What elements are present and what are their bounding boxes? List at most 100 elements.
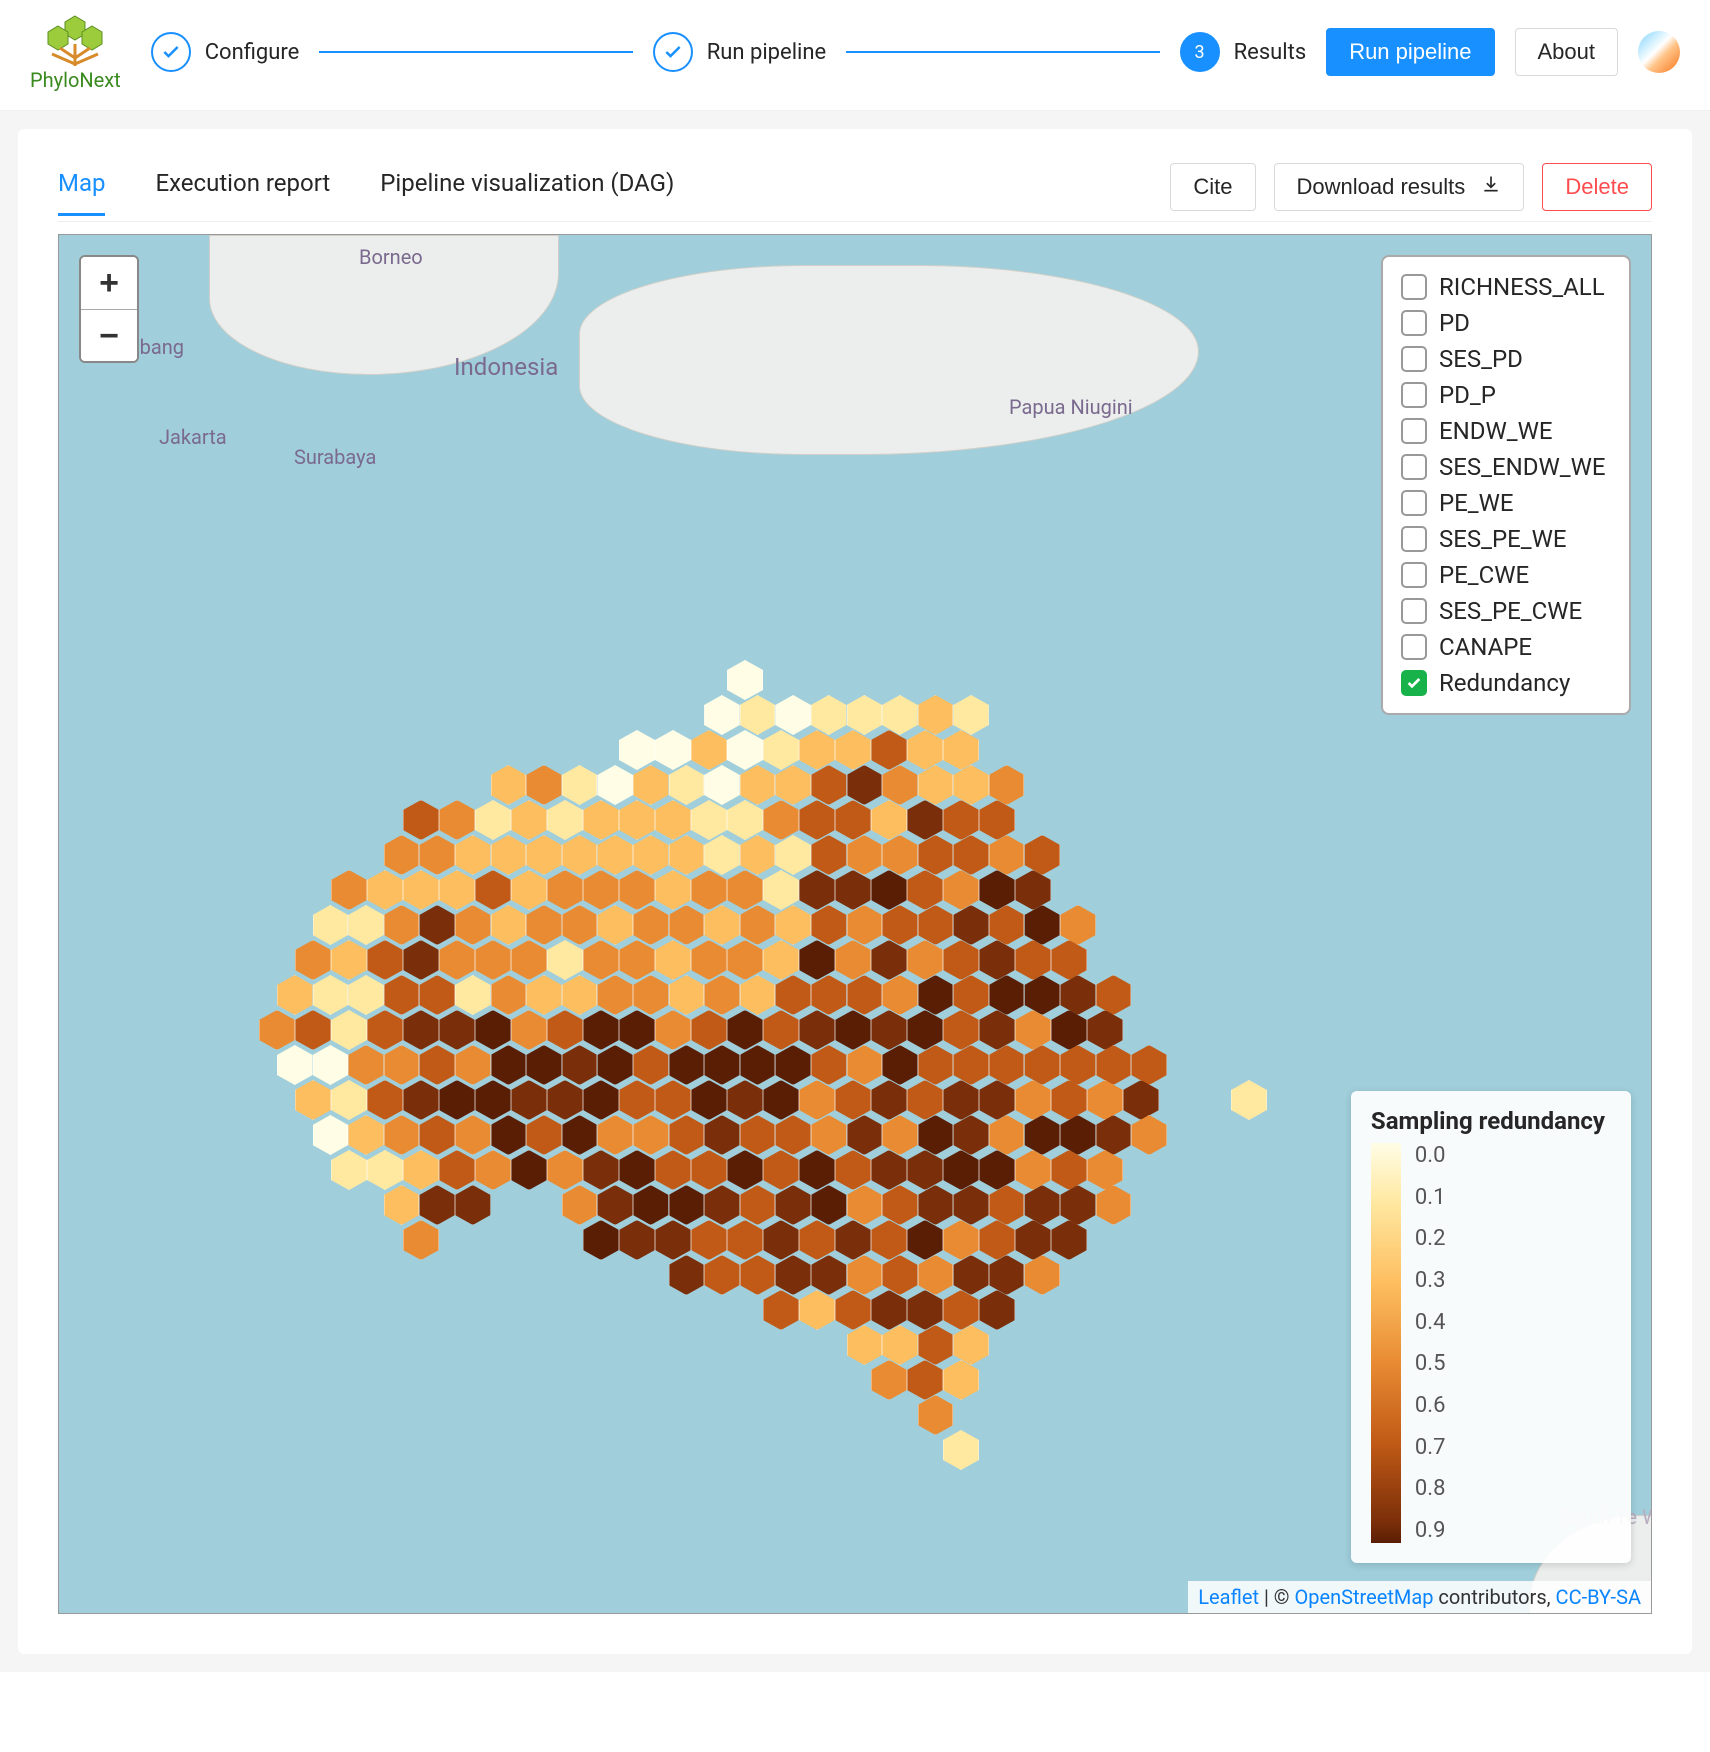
hex-cell — [775, 835, 811, 875]
hex-cell — [439, 1080, 475, 1120]
legend-tick: 0.9 — [1415, 1518, 1446, 1543]
hex-cell — [547, 1010, 583, 1050]
hex-cell — [384, 1185, 420, 1225]
progress-steps: Configure Run pipeline 3 Results — [141, 32, 1306, 72]
map-attribution: Leaflet | © OpenStreetMap contributors, … — [1188, 1581, 1651, 1613]
hex-cell — [740, 695, 776, 735]
results-map[interactable]: Borneo Indonesia Jakarta Surabaya Papua … — [58, 234, 1652, 1614]
tab-dag[interactable]: Pipeline visualization (DAG) — [380, 169, 674, 216]
zoom-in-button[interactable]: + — [81, 257, 137, 309]
hex-cell — [295, 940, 331, 980]
user-avatar[interactable] — [1638, 31, 1680, 73]
hex-cell — [384, 1045, 420, 1085]
hex-cell — [953, 1045, 989, 1085]
step-results[interactable]: 3 Results — [1180, 32, 1307, 72]
hex-cell — [775, 695, 811, 735]
hex-cell — [727, 870, 763, 910]
layer-toggle-pe_we[interactable]: PE_WE — [1401, 485, 1611, 521]
tab-map[interactable]: Map — [58, 169, 105, 216]
hex-cell — [835, 940, 871, 980]
hex-cell — [511, 940, 547, 980]
hex-cell — [740, 1045, 776, 1085]
hex-cell — [633, 975, 669, 1015]
hex-cell — [763, 870, 799, 910]
layer-toggle-pd_p[interactable]: PD_P — [1401, 377, 1611, 413]
hex-cell — [1231, 1080, 1267, 1120]
hex-cell — [943, 1290, 979, 1330]
hex-cell — [475, 1080, 511, 1120]
cite-button[interactable]: Cite — [1170, 163, 1255, 211]
checkbox-icon — [1401, 346, 1427, 372]
hex-cell — [979, 1290, 1015, 1330]
hex-cell — [367, 1080, 403, 1120]
hex-cell — [419, 975, 455, 1015]
hex-cell — [1015, 1150, 1051, 1190]
leaflet-link[interactable]: Leaflet — [1198, 1585, 1259, 1609]
step-run-pipeline[interactable]: Run pipeline — [653, 32, 827, 72]
hex-cell — [491, 1045, 527, 1085]
layer-toggle-endw_we[interactable]: ENDW_WE — [1401, 413, 1611, 449]
layer-toggle-ses_pe_cwe[interactable]: SES_PE_CWE — [1401, 593, 1611, 629]
license-link[interactable]: CC-BY-SA — [1556, 1585, 1641, 1609]
hex-cell — [403, 1220, 439, 1260]
layer-toggle-pe_cwe[interactable]: PE_CWE — [1401, 557, 1611, 593]
layer-toggle-pd[interactable]: PD — [1401, 305, 1611, 341]
hex-cell — [727, 1080, 763, 1120]
layer-toggle-richness_all[interactable]: RICHNESS_ALL — [1401, 269, 1611, 305]
layer-toggle-canape[interactable]: CANAPE — [1401, 629, 1611, 665]
hex-cell — [1051, 940, 1087, 980]
hex-cell — [1015, 940, 1051, 980]
step-divider — [846, 51, 1159, 53]
layer-toggle-ses_pe_we[interactable]: SES_PE_WE — [1401, 521, 1611, 557]
run-pipeline-button[interactable]: Run pipeline — [1326, 28, 1494, 76]
layer-toggle-ses_pd[interactable]: SES_PD — [1401, 341, 1611, 377]
hex-cell — [979, 1220, 1015, 1260]
hex-cell — [455, 1185, 491, 1225]
layer-toggle-redundancy[interactable]: Redundancy — [1401, 665, 1611, 701]
hex-cell — [943, 870, 979, 910]
hex-cell — [882, 1325, 918, 1365]
hex-cell — [1131, 1045, 1167, 1085]
hex-cell — [704, 1115, 740, 1155]
hex-cell — [953, 1255, 989, 1295]
hex-cell — [455, 1115, 491, 1155]
hex-cell — [419, 1045, 455, 1085]
hex-cell — [419, 1185, 455, 1225]
hex-cell — [1123, 1080, 1159, 1120]
hex-cell — [918, 1325, 954, 1365]
hex-cell — [1024, 835, 1060, 875]
download-results-button[interactable]: Download results — [1274, 163, 1525, 211]
hex-cell — [811, 1045, 847, 1085]
zoom-out-button[interactable]: − — [81, 309, 137, 361]
hex-cell — [526, 1115, 562, 1155]
hex-cell — [511, 1150, 547, 1190]
tab-report[interactable]: Execution report — [155, 169, 330, 216]
hex-cell — [740, 905, 776, 945]
hex-cell — [384, 905, 420, 945]
hex-cell — [871, 870, 907, 910]
layer-toggle-ses_endw_we[interactable]: SES_ENDW_WE — [1401, 449, 1611, 485]
hex-cell — [907, 940, 943, 980]
osm-link[interactable]: OpenStreetMap — [1294, 1585, 1433, 1609]
hex-cell — [835, 1220, 871, 1260]
hex-cell — [799, 940, 835, 980]
hex-cell — [704, 765, 740, 805]
hex-cell — [835, 800, 871, 840]
hex-cell — [633, 765, 669, 805]
hex-cell — [403, 940, 439, 980]
layer-label: Redundancy — [1439, 669, 1570, 697]
hex-cell — [455, 835, 491, 875]
hex-cell — [597, 1185, 633, 1225]
hex-cell — [763, 1220, 799, 1260]
hex-cell — [1060, 905, 1096, 945]
hex-cell — [979, 1150, 1015, 1190]
hex-cell — [953, 1325, 989, 1365]
hex-cell — [455, 905, 491, 945]
hex-cell — [526, 765, 562, 805]
delete-button[interactable]: Delete — [1542, 163, 1652, 211]
step-configure[interactable]: Configure — [151, 32, 300, 72]
hex-cell — [348, 1045, 384, 1085]
hex-cell — [811, 905, 847, 945]
hex-cell — [907, 870, 943, 910]
about-button[interactable]: About — [1515, 28, 1619, 76]
